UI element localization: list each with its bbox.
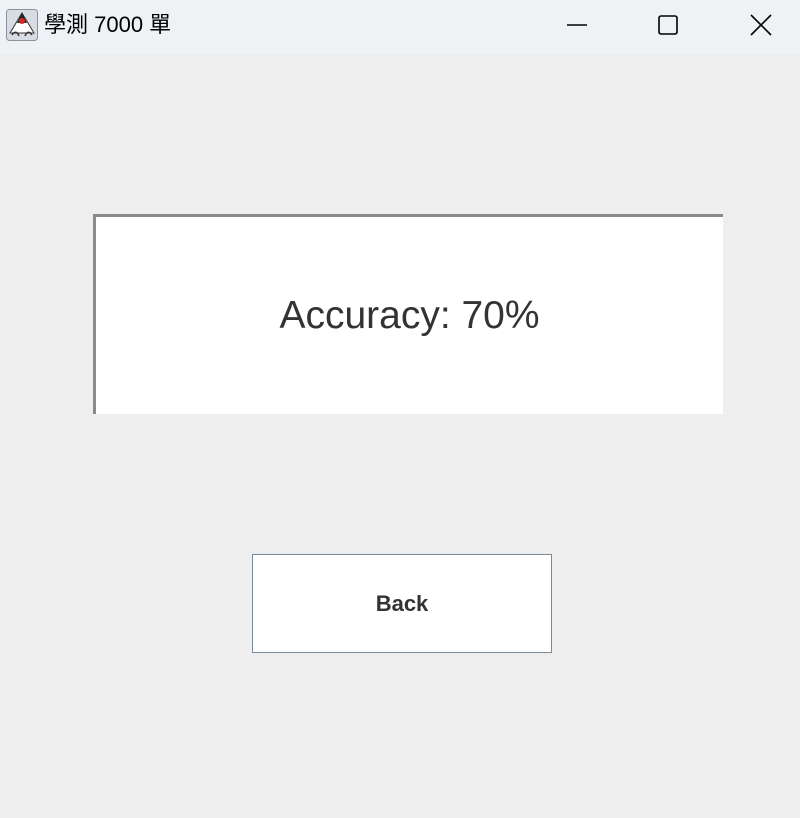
back-button[interactable]: Back (252, 554, 552, 653)
app-window: 學測 7000 單 Accuracy: 70% Back (0, 0, 800, 818)
minimize-button[interactable] (531, 0, 623, 54)
window-title: 學測 7000 單 (44, 12, 172, 37)
close-button[interactable] (714, 0, 800, 54)
result-panel: Accuracy: 70% (93, 214, 723, 414)
close-icon (750, 14, 772, 36)
maximize-button[interactable] (622, 0, 714, 54)
accuracy-label: Accuracy: 70% (279, 293, 540, 337)
minimize-icon (567, 24, 587, 26)
java-duke-icon (6, 9, 38, 41)
maximize-icon (658, 15, 678, 35)
title-bar[interactable]: 學測 7000 單 (0, 0, 800, 54)
